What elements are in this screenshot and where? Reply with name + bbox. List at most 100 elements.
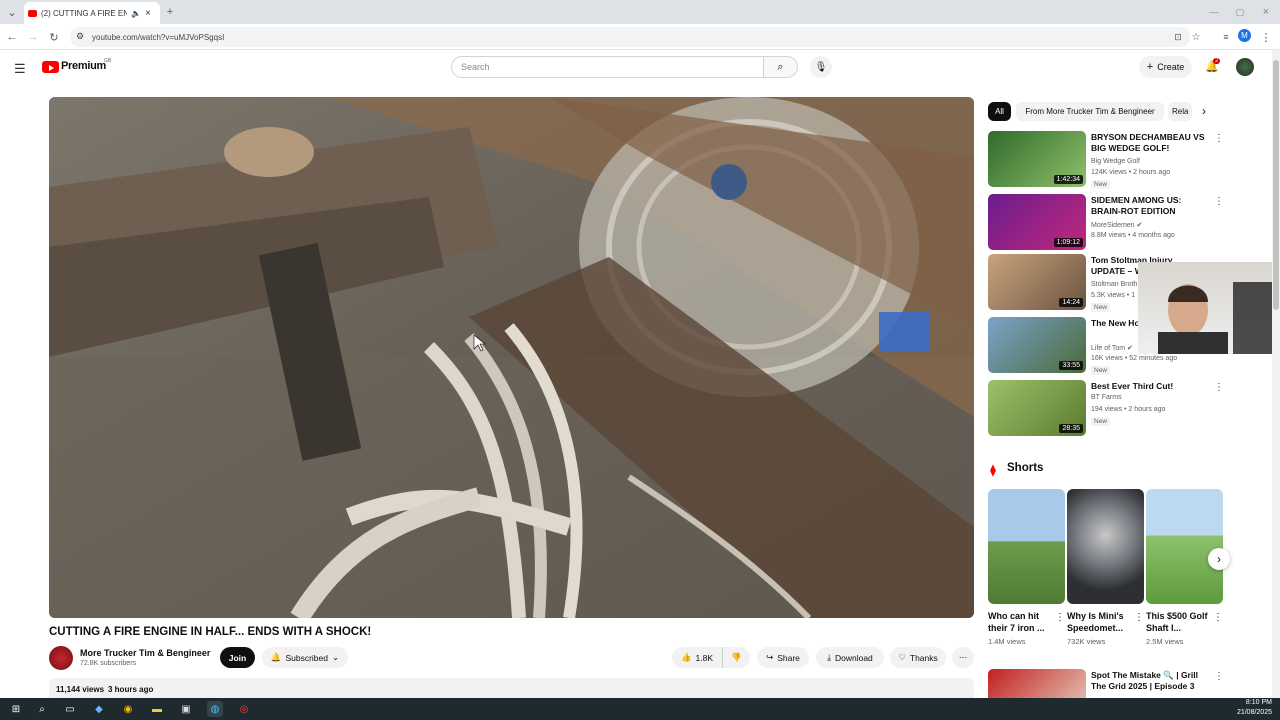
short-title[interactable]: Who can hit their 7 iron ... xyxy=(988,610,1050,634)
tab-title: (2) CUTTING A FIRE ENGINE xyxy=(41,8,127,18)
rec-title[interactable]: BRYSON DECHAMBEAU VS BIG WEDGE GOLF! xyxy=(1091,132,1209,154)
rec-title[interactable]: Spot The Mistake 🔍 | Grill The Grid 2025… xyxy=(1091,670,1209,692)
windows-start-icon[interactable]: ⊞ xyxy=(8,701,24,717)
kebab-menu-icon[interactable]: ⋮ xyxy=(1213,612,1223,623)
account-avatar[interactable] xyxy=(1236,58,1254,76)
browser-tab[interactable]: (2) CUTTING A FIRE ENGINE 🔈 × xyxy=(24,2,160,24)
reload-icon[interactable]: ↻ xyxy=(46,29,62,45)
chip-related[interactable]: Rela xyxy=(1168,102,1192,121)
rec-channel[interactable]: Stoltman Broth xyxy=(1091,281,1137,288)
subscribed-label: Subscribed xyxy=(285,652,328,663)
create-button[interactable]: + Create xyxy=(1139,56,1192,78)
short-thumbnail[interactable] xyxy=(988,489,1065,604)
download-button[interactable]: ⤓ Download xyxy=(816,647,884,668)
hamburger-menu-icon[interactable]: ☰ xyxy=(14,61,26,77)
short-title[interactable]: Why Is Mini's Speedomet... xyxy=(1067,610,1129,634)
search-input[interactable]: Search xyxy=(451,56,764,78)
site-info-icon[interactable]: ⚙ xyxy=(76,31,84,42)
dislike-button[interactable]: 👎 xyxy=(722,647,750,668)
tab-search-icon[interactable]: ⌄ xyxy=(4,4,20,20)
rec-channel[interactable]: Big Wedge Golf xyxy=(1091,158,1140,165)
active-app-icon[interactable]: ◍ xyxy=(207,701,223,717)
window-close-button[interactable]: × xyxy=(1258,4,1274,20)
youtube-logo-icon[interactable] xyxy=(42,61,59,73)
chrome-icon[interactable]: ◉ xyxy=(120,701,136,717)
taskbar-time[interactable]: 8:10 PM xyxy=(1220,699,1272,706)
share-label: Share xyxy=(777,652,800,663)
join-button[interactable]: Join xyxy=(220,647,255,668)
kebab-menu-icon[interactable]: ⋮ xyxy=(1214,671,1224,682)
rec-channel[interactable]: MoreSidemen ✔ xyxy=(1091,221,1142,229)
premium-logo-text[interactable]: Premium xyxy=(61,60,106,72)
file-explorer-icon[interactable]: ▬ xyxy=(149,701,165,717)
minimize-button[interactable]: — xyxy=(1206,4,1222,20)
task-view-icon[interactable]: ▭ xyxy=(62,701,78,717)
kebab-menu-icon[interactable]: ⋮ xyxy=(1134,612,1144,623)
rec-channel[interactable]: Life of Tom ✔ xyxy=(1091,344,1133,352)
taskbar-search-icon[interactable]: ⌕ xyxy=(34,701,50,717)
store-icon[interactable]: ▣ xyxy=(178,701,194,717)
list-item[interactable]: Spot The Mistake 🔍 | Grill The Grid 2025… xyxy=(988,669,1270,698)
taskbar-date[interactable]: 21/08/2025 xyxy=(1220,709,1272,716)
short-views: 732K views xyxy=(1067,637,1106,646)
video-player[interactable] xyxy=(49,97,974,618)
video-frame xyxy=(49,97,974,618)
channel-avatar[interactable] xyxy=(49,646,73,670)
voice-search-button[interactable]: 🎙 xyxy=(810,56,832,78)
kebab-menu-icon[interactable]: ⋮ xyxy=(1055,612,1065,623)
short-title[interactable]: This $500 Golf Shaft I... xyxy=(1146,610,1208,634)
rec-channel[interactable]: BT Farms xyxy=(1091,394,1122,401)
more-actions-button[interactable]: ⋯ xyxy=(952,647,974,668)
scrollbar-thumb[interactable] xyxy=(1273,60,1279,310)
bookmark-star-icon[interactable]: ☆ xyxy=(1188,29,1204,45)
chip-from-channel[interactable]: From More Trucker Tim & Bengineer xyxy=(1016,102,1164,121)
video-thumbnail[interactable]: 28:35 xyxy=(988,380,1086,436)
search-button[interactable]: ⌕ xyxy=(764,56,798,78)
download-icon: ⤓ xyxy=(827,652,831,662)
shorts-next-button[interactable]: › xyxy=(1208,548,1230,570)
rec-title[interactable]: SIDEMEN AMONG US: BRAIN-ROT EDITION xyxy=(1091,195,1209,217)
install-app-icon[interactable]: ⊡ xyxy=(1170,29,1186,45)
speaker-icon[interactable]: 🔈 xyxy=(131,9,141,18)
thanks-button[interactable]: ♡ Thanks xyxy=(890,647,946,668)
chip-all[interactable]: All xyxy=(988,102,1011,121)
video-thumbnail[interactable] xyxy=(988,669,1086,698)
duration-badge: 33:55 xyxy=(1059,361,1083,370)
short-card[interactable]: Who can hit their 7 iron ... 1.4M views … xyxy=(988,489,1065,646)
copilot-icon[interactable]: ◆ xyxy=(91,701,107,717)
list-item[interactable]: 1:09:12 SIDEMEN AMONG US: BRAIN-ROT EDIT… xyxy=(988,194,1270,250)
recording-app-icon[interactable]: ◎ xyxy=(236,701,252,717)
chevron-right-icon[interactable]: › xyxy=(1202,104,1206,118)
address-bar[interactable]: ⚙ youtube.com/watch?v=uMJVoPSgqsI xyxy=(70,27,1190,47)
subscribed-button[interactable]: 🔔 Subscribed ⌄ xyxy=(262,647,348,668)
description-box[interactable]: 11,144 views 3 hours ago xyxy=(49,678,974,698)
back-icon[interactable]: ← xyxy=(4,29,20,45)
kebab-menu-icon[interactable]: ⋮ xyxy=(1214,133,1224,144)
rec-title[interactable]: Best Ever Third Cut! xyxy=(1091,381,1209,392)
page-scrollbar[interactable] xyxy=(1272,50,1280,698)
video-thumbnail[interactable]: 1:09:12 xyxy=(988,194,1086,250)
channel-name[interactable]: More Trucker Tim & Bengineer xyxy=(80,648,210,658)
media-controls-icon[interactable]: ≡ xyxy=(1218,29,1234,45)
maximize-button[interactable]: ▢ xyxy=(1232,4,1248,20)
new-badge: New xyxy=(1091,180,1111,189)
video-thumbnail[interactable]: 1:42:34 xyxy=(988,131,1086,187)
browser-menu-icon[interactable]: ⋮ xyxy=(1258,29,1274,45)
list-item[interactable]: 1:42:34 BRYSON DECHAMBEAU VS BIG WEDGE G… xyxy=(988,131,1270,189)
video-thumbnail[interactable]: 14:24 xyxy=(988,254,1086,310)
view-count: 11,144 views xyxy=(56,685,105,694)
more-icon: ⋯ xyxy=(958,652,968,662)
profile-avatar-icon[interactable]: M xyxy=(1238,29,1251,42)
tab-close-icon[interactable]: × xyxy=(145,8,151,19)
share-button[interactable]: ↪ Share xyxy=(757,647,809,668)
like-button[interactable]: 👍 1.8K xyxy=(672,647,722,668)
kebab-menu-icon[interactable]: ⋮ xyxy=(1214,382,1224,393)
short-thumbnail[interactable] xyxy=(1146,489,1223,604)
list-item[interactable]: 28:35 Best Ever Third Cut! BT Farms 194 … xyxy=(988,380,1270,436)
short-thumbnail[interactable] xyxy=(1067,489,1144,604)
short-card[interactable]: Why Is Mini's Speedomet... 732K views ⋮ xyxy=(1067,489,1144,646)
video-thumbnail[interactable]: 33:55 xyxy=(988,317,1086,373)
forward-icon[interactable]: → xyxy=(25,29,41,45)
kebab-menu-icon[interactable]: ⋮ xyxy=(1214,196,1224,207)
new-tab-button[interactable]: + xyxy=(162,4,178,20)
